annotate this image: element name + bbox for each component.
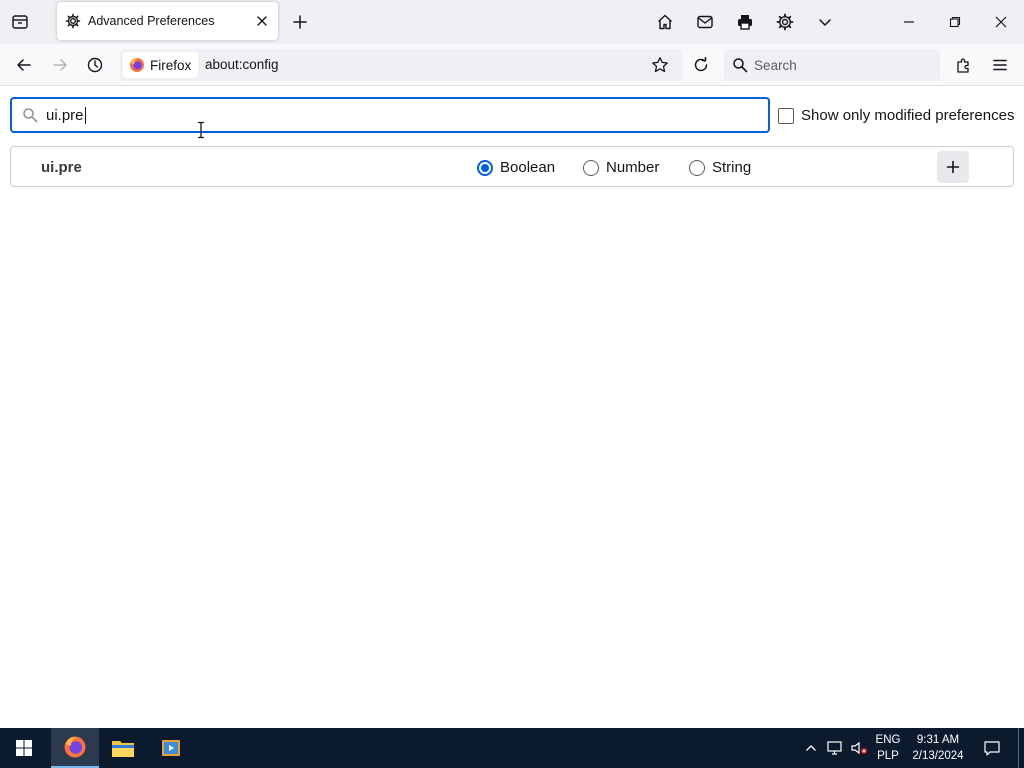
search-bar[interactable]: Search: [724, 49, 940, 81]
search-icon: [22, 107, 38, 123]
show-hidden-icons-button[interactable]: [801, 728, 821, 768]
url-text[interactable]: about:config: [205, 57, 279, 72]
type-label: String: [712, 159, 752, 176]
extensions-button[interactable]: [948, 49, 980, 81]
preference-search-value: ui.pre: [46, 106, 84, 124]
firefox-logo-icon: [63, 735, 87, 759]
keyboard-layout: PLP: [877, 750, 899, 762]
arrow-left-icon: [16, 57, 32, 73]
windows-logo-icon: [15, 739, 33, 757]
preference-name: ui.pre: [41, 159, 82, 176]
tab-close-button[interactable]: [250, 9, 274, 33]
text-caret: [84, 106, 86, 124]
hamburger-menu-icon: [992, 57, 1008, 73]
mail-icon: [696, 13, 714, 31]
new-preference-row: ui.pre Boolean Number String: [10, 146, 1014, 187]
preference-search-input[interactable]: ui.pre: [10, 97, 770, 133]
taskbar-firefox[interactable]: [51, 728, 99, 768]
clock[interactable]: 9:31 AM 2/13/2024: [906, 728, 970, 768]
language-code: ENG: [875, 734, 901, 746]
speaker-muted-icon: [850, 740, 868, 756]
text-cursor-icon: [195, 121, 207, 139]
type-radio-number[interactable]: Number: [583, 159, 659, 176]
gear-icon: [776, 13, 794, 31]
clock-date: 2/13/2024: [912, 750, 964, 762]
type-radio-boolean[interactable]: Boolean: [477, 159, 555, 176]
notification-icon: [983, 739, 1001, 757]
identity-label: Firefox: [150, 57, 192, 73]
restore-icon: [949, 16, 961, 28]
chevron-up-icon: [805, 742, 817, 754]
print-button[interactable]: [729, 6, 761, 38]
home-button[interactable]: [649, 6, 681, 38]
email-link-button[interactable]: [689, 6, 721, 38]
type-label: Number: [606, 159, 660, 176]
history-button[interactable]: [79, 49, 111, 81]
volume-status[interactable]: [848, 728, 870, 768]
add-preference-button[interactable]: [937, 151, 969, 183]
chevron-down-icon: [817, 14, 833, 30]
tab-strip: Advanced Preferences: [0, 0, 1024, 44]
settings-button[interactable]: [769, 6, 801, 38]
media-player-icon: [160, 737, 182, 759]
list-all-tabs-button[interactable]: [809, 6, 841, 38]
search-placeholder: Search: [754, 57, 797, 73]
printer-icon: [736, 13, 754, 31]
navigation-toolbar: Firefox about:config Search: [0, 44, 1024, 86]
checkbox-box[interactable]: [778, 107, 794, 124]
minimize-icon: [903, 16, 915, 28]
windows-taskbar: ENG PLP 9:31 AM 2/13/2024: [0, 728, 1024, 768]
taskbar-media-app[interactable]: [147, 728, 195, 768]
taskbar-file-explorer[interactable]: [99, 728, 147, 768]
type-radio-string[interactable]: String: [689, 159, 751, 176]
app-menu-button[interactable]: [984, 49, 1016, 81]
start-button[interactable]: [0, 728, 48, 768]
firefox-logo-icon: [129, 57, 145, 73]
radio-dot[interactable]: [689, 159, 705, 176]
url-bar[interactable]: Firefox about:config: [120, 49, 682, 81]
reload-icon: [693, 57, 709, 73]
forward-button[interactable]: [44, 49, 76, 81]
show-modified-label: Show only modified preferences: [801, 107, 1015, 124]
show-modified-checkbox[interactable]: Show only modified preferences: [778, 107, 1014, 124]
clock-icon: [86, 56, 104, 74]
firefox-view-button[interactable]: [4, 6, 36, 38]
radio-dot[interactable]: [583, 159, 599, 176]
new-tab-button[interactable]: [284, 6, 316, 38]
input-language[interactable]: ENG PLP: [872, 728, 904, 768]
tab-title: Advanced Preferences: [88, 14, 215, 28]
minimize-button[interactable]: [886, 0, 932, 44]
radio-dot[interactable]: [477, 159, 493, 176]
action-center-button[interactable]: [976, 728, 1008, 768]
close-icon: [256, 15, 268, 27]
search-icon: [732, 57, 748, 73]
identity-box[interactable]: Firefox: [123, 52, 199, 78]
clock-time: 9:31 AM: [916, 734, 960, 746]
gear-icon: [65, 13, 81, 29]
network-status[interactable]: [824, 728, 846, 768]
window-close-button[interactable]: [978, 0, 1024, 44]
type-label: Boolean: [500, 159, 556, 176]
show-desktop-button[interactable]: [1018, 728, 1019, 768]
reload-button[interactable]: [685, 49, 717, 81]
plus-icon: [292, 14, 308, 30]
arrow-right-icon: [52, 57, 68, 73]
folder-icon: [111, 737, 135, 759]
bookmark-star-icon[interactable]: [651, 56, 669, 74]
close-icon: [995, 16, 1007, 28]
puzzle-icon: [955, 56, 973, 74]
home-icon: [656, 13, 674, 31]
tab-advanced-preferences[interactable]: Advanced Preferences: [57, 2, 278, 40]
plus-icon: [946, 160, 960, 174]
back-button[interactable]: [8, 49, 40, 81]
restore-button[interactable]: [932, 0, 978, 44]
firefox-view-icon: [11, 13, 29, 31]
network-icon: [826, 740, 844, 756]
